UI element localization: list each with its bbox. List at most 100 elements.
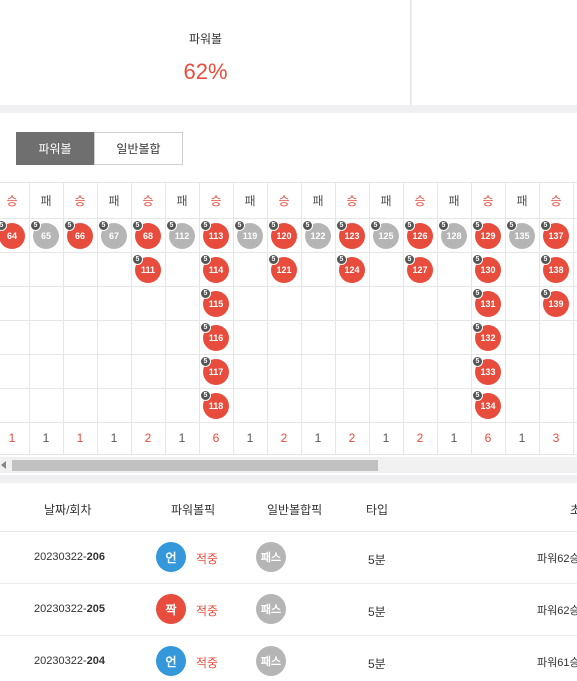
ball-badge: 5	[438, 220, 449, 231]
column-result: 승	[142, 193, 154, 208]
column-result: 승	[74, 193, 86, 208]
column-result: 패	[176, 193, 188, 208]
pass-badge: 패스	[256, 542, 286, 572]
scroll-thumb[interactable]	[12, 460, 378, 471]
result-ball: 137 5	[540, 220, 569, 249]
pass-badge: 패스	[256, 646, 286, 676]
ball-number: 65	[40, 231, 51, 241]
column-count: 2	[280, 431, 288, 445]
ball-number: 133	[480, 367, 496, 377]
hit-label: 적중	[196, 604, 219, 618]
horizontal-scrollbar[interactable]	[0, 457, 577, 473]
ball-number: 132	[480, 333, 496, 343]
result-ball: 132 5	[472, 322, 501, 351]
stat-value: 62%	[183, 59, 228, 84]
result-ball: 68 5	[132, 220, 161, 249]
ball-badge: 5	[200, 322, 211, 333]
result-ball: 129 5	[472, 220, 501, 249]
grid-row-line	[0, 454, 577, 455]
row-extra: 파워61승	[537, 657, 577, 669]
column-result: 패	[40, 193, 52, 208]
tab-powerball[interactable]: 파워볼	[16, 132, 94, 165]
ball-number: 128	[446, 231, 462, 241]
col-header-type: 타입	[366, 503, 389, 517]
row-round: 206	[86, 551, 105, 563]
tab-normal-sum[interactable]: 일반볼합	[94, 132, 183, 165]
ball-number: 131	[480, 299, 496, 309]
column-count: 1	[178, 431, 186, 445]
ball-number: 118	[208, 401, 224, 411]
ball-badge: 5	[404, 220, 415, 231]
ball-number: 130	[480, 265, 496, 275]
table-row: 20230322-204 언 적중 패스 5분 파워61승	[0, 636, 577, 681]
column-result: 승	[482, 193, 494, 208]
ball-number: 120	[276, 231, 292, 241]
ball-number: 119	[242, 231, 258, 241]
column-result: 승	[278, 193, 290, 208]
result-ball: 118 5	[200, 390, 229, 419]
ball-badge: 5	[302, 220, 313, 231]
pass-badge: 패스	[256, 594, 286, 624]
result-ball: 123 5	[336, 220, 365, 249]
result-ball: 114 5	[200, 254, 229, 283]
column-result: 패	[448, 193, 460, 208]
ball-number: 138	[548, 265, 564, 275]
grid-row-line	[0, 218, 577, 219]
column-result: 승	[210, 193, 222, 208]
ball-badge: 5	[200, 288, 211, 299]
grid-row-line	[0, 286, 577, 287]
ball-number: 129	[480, 231, 496, 241]
row-round: 204	[86, 655, 105, 667]
result-ball: 133 5	[472, 356, 501, 385]
pick-badge: 언	[156, 646, 186, 676]
table-row: 20230322-206 언 적중 패스 5분 파워62승	[0, 532, 577, 584]
stat-card: 파워볼 62%	[0, 0, 411, 105]
col-header-extra: 초	[570, 503, 577, 517]
column-count: 2	[416, 431, 424, 445]
ball-badge: 5	[506, 220, 517, 231]
grid-row-line	[0, 320, 577, 321]
ball-number: 134	[480, 401, 496, 411]
col-header-powerball-pick: 파워볼픽	[171, 503, 216, 517]
result-ball: 112 5	[166, 220, 195, 249]
ball-number: 115	[208, 299, 224, 309]
row-round: 205	[86, 603, 105, 615]
stat-label: 파워볼	[188, 32, 223, 46]
ball-badge: 5	[404, 254, 415, 265]
ball-badge: 5	[268, 220, 279, 231]
ball-badge: 5	[30, 220, 41, 231]
ball-badge: 5	[200, 220, 211, 231]
ball-badge: 5	[132, 220, 143, 231]
column-result: 패	[516, 193, 528, 208]
result-ball: 128 5	[438, 220, 467, 249]
row-extra: 파워62승	[537, 605, 577, 617]
ball-badge: 5	[472, 254, 483, 265]
result-ball: 65 5	[30, 220, 59, 249]
column-count: 1	[110, 431, 118, 445]
pick-badge: 짝	[156, 594, 186, 624]
history-table: 날짜/회차 파워볼픽 일반볼합픽 타입 초 20230322-206 언 적중 …	[0, 483, 577, 681]
stat-card-secondary	[412, 0, 577, 105]
result-ball: 134 5	[472, 390, 501, 419]
ball-badge: 5	[166, 220, 177, 231]
page-root: 파워볼 62% 파워볼 일반볼합 승 64 5 1 패 65 5 1 승 66 5 1 패 67 5 1 승 68…	[0, 0, 577, 681]
result-ball: 113 5	[200, 220, 229, 249]
result-ball: 135 5	[506, 220, 535, 249]
pattern-grid: 승 64 5 1 패 65 5 1 승 66 5 1 패 67 5 1 승 68 5 111 5 2 패 112 5 1 승 113 5…	[0, 182, 577, 457]
ball-number: 117	[208, 367, 224, 377]
result-ball: 66 5	[64, 220, 93, 249]
column-result: 승	[6, 193, 18, 208]
column-result: 승	[414, 193, 426, 208]
row-date: 20230322-206	[34, 551, 105, 563]
column-count: 1	[76, 431, 84, 445]
scroll-left-icon[interactable]	[1, 461, 6, 469]
result-ball: 130 5	[472, 254, 501, 283]
pattern-panel: 파워볼 일반볼합 승 64 5 1 패 65 5 1 승 66 5 1 패 67 5 1 승 68 5 111 5 2 패 1…	[0, 113, 577, 475]
column-count: 1	[382, 431, 390, 445]
ball-badge: 5	[200, 254, 211, 265]
pick-badge: 언	[156, 542, 186, 572]
grid-row-line	[0, 252, 577, 253]
column-count: 1	[518, 431, 526, 445]
ball-number: 139	[548, 299, 564, 309]
ball-badge: 5	[98, 220, 109, 231]
